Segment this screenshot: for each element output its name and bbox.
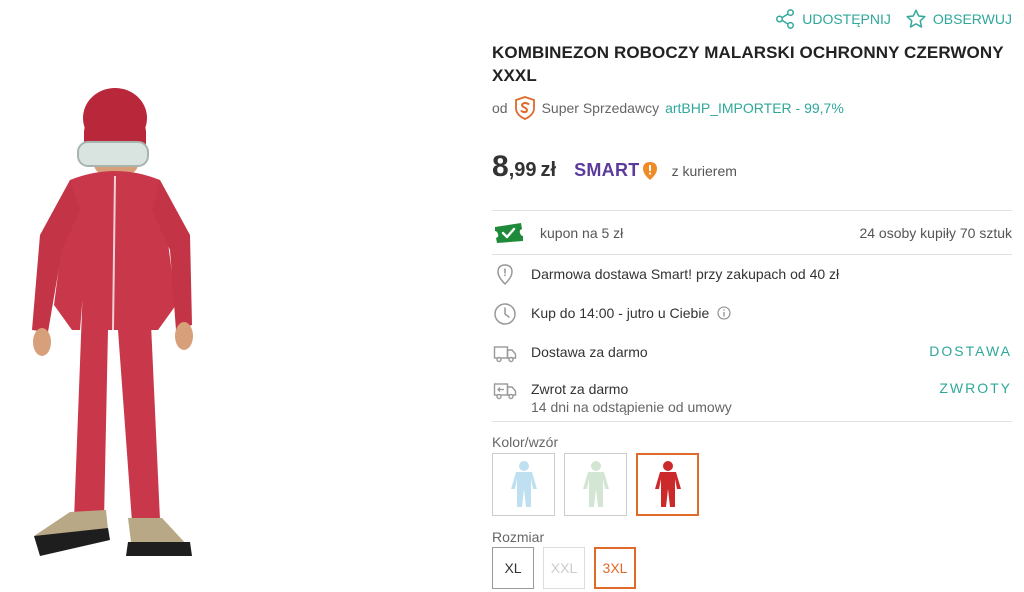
star-icon	[906, 9, 926, 28]
color-swatch-red[interactable]	[636, 453, 699, 516]
free-return-row: Zwrot za darmo 14 dni na odstąpienie od …	[492, 377, 1012, 416]
free-return-title: Zwrot za darmo	[531, 381, 629, 397]
size-option-xxl[interactable]: XXL	[543, 547, 585, 589]
top-actions: UDOSTĘPNIJ OBSERWUJ	[774, 8, 1012, 30]
suit-thumbnail-light-blue	[510, 460, 537, 507]
share-button[interactable]: UDOSTĘPNIJ	[774, 8, 891, 30]
smart-location-icon	[492, 262, 518, 288]
order-by-text: Kup do 14:00 - jutro u Ciebie	[531, 301, 731, 322]
color-swatch-light-blue[interactable]	[492, 453, 555, 516]
return-truck-icon	[492, 377, 518, 403]
free-smart-delivery-row: Darmowa dostawa Smart! przy zakupach od …	[492, 262, 1012, 288]
free-return-text: Zwrot za darmo 14 dni na odstąpienie od …	[531, 377, 732, 416]
free-shipping-text: Dostawa za darmo	[531, 344, 648, 360]
seller-row: od Super Sprzedawcy artBHP_IMPORTER - 99…	[492, 96, 844, 120]
suit-thumbnail-red	[654, 460, 681, 507]
color-label: Kolor/wzór	[492, 434, 559, 450]
size-label: Rozmiar	[492, 529, 545, 545]
super-seller-label: Super Sprzedawcy	[541, 100, 660, 116]
coupon-label: kupon na 5 zł	[540, 225, 624, 241]
price-currency: zł	[540, 159, 557, 181]
shipping-link[interactable]: DOSTAWA	[929, 340, 1012, 359]
divider	[492, 421, 1012, 422]
order-by-label: Kup do 14:00 - jutro u Ciebie	[531, 305, 710, 321]
order-by-row: Kup do 14:00 - jutro u Ciebie	[492, 301, 1012, 327]
courier-text: z kurierem	[671, 163, 737, 179]
share-icon	[776, 9, 795, 29]
price-decimal: ,99	[508, 159, 537, 181]
free-smart-delivery-text: Darmowa dostawa Smart! przy zakupach od …	[531, 266, 840, 282]
coupon-ticket-icon	[492, 221, 524, 245]
smart-label: SMART	[574, 160, 640, 180]
size-option-xl[interactable]: XL	[492, 547, 534, 589]
free-shipping-row: Dostawa za darmo DOSTAWA	[492, 340, 1012, 366]
size-options: XL XXL 3XL	[492, 547, 636, 589]
share-label: UDOSTĘPNIJ	[802, 11, 891, 27]
watch-label: OBSERWUJ	[932, 11, 1012, 27]
truck-icon	[492, 340, 518, 366]
divider	[492, 210, 1012, 211]
color-swatches	[492, 453, 699, 516]
seller-prefix: od	[492, 100, 508, 116]
returns-link[interactable]: ZWROTY	[939, 377, 1012, 396]
bought-count: 24 osoby kupiły 70 sztuk	[859, 225, 1012, 241]
info-icon[interactable]	[717, 306, 731, 320]
product-title: KOMBINEZON ROBOCZY MALARSKI OCHRONNY CZE…	[492, 43, 1004, 85]
price-main: 8	[492, 150, 509, 183]
size-option-3xl[interactable]: 3XL	[594, 547, 636, 589]
divider	[492, 254, 1012, 255]
clock-icon	[492, 301, 518, 327]
coupon-row: kupon na 5 zł 24 osoby kupiły 70 sztuk	[492, 218, 1012, 248]
product-image[interactable]	[0, 80, 240, 580]
seller-name-link[interactable]: artBHP_IMPORTER - 99,7%	[665, 100, 844, 116]
smart-badge: SMART	[574, 160, 658, 181]
super-seller-badge-icon	[514, 96, 536, 120]
watch-button[interactable]: OBSERWUJ	[905, 8, 1012, 30]
color-swatch-light-green[interactable]	[564, 453, 627, 516]
price-row: 8,99 zł SMART z kurierem	[492, 150, 737, 184]
free-return-sub: 14 dni na odstąpienie od umowy	[531, 399, 732, 415]
smart-pin-icon	[642, 161, 657, 180]
suit-thumbnail-light-green	[582, 460, 609, 507]
